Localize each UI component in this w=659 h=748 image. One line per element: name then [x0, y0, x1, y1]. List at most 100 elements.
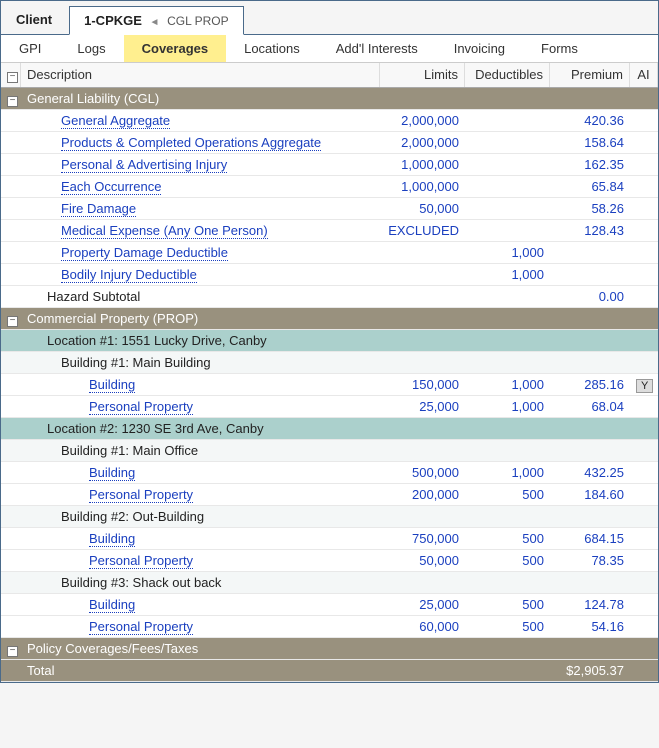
sub-tab-add-l-interests[interactable]: Add'l Interests: [318, 35, 436, 62]
coverage-link-text[interactable]: Bodily Injury Deductible: [61, 267, 197, 283]
coverage-link-text[interactable]: Fire Damage: [61, 201, 136, 217]
tab-policy-sublabel: CGL PROP: [167, 14, 229, 28]
value-cell: 50,000: [380, 551, 465, 570]
coverage-link-text[interactable]: Personal Property: [89, 619, 193, 635]
hazard-subtotal-value: 0.00: [550, 287, 630, 306]
coverage-link: Products & Completed Operations Aggregat…: [21, 133, 380, 152]
sub-tab-logs[interactable]: Logs: [59, 35, 123, 62]
collapse-icon[interactable]: −: [7, 96, 18, 107]
ai-cell: [630, 559, 658, 563]
value-cell: 54.16: [550, 617, 630, 636]
col-premium[interactable]: Premium: [550, 63, 630, 87]
ai-cell: [630, 163, 658, 167]
section-title[interactable]: Commercial Property (PROP): [21, 309, 380, 328]
value-cell: 500: [465, 529, 550, 548]
value-cell: 68.04: [550, 397, 630, 416]
value-cell: [465, 119, 550, 123]
location-title[interactable]: Location #1: 1551 Lucky Drive, Canby: [21, 331, 380, 350]
value-cell: 1,000: [465, 265, 550, 284]
value-cell: [550, 273, 630, 277]
ai-cell: [630, 207, 658, 211]
value-cell: [465, 185, 550, 189]
value-cell: 1,000: [465, 375, 550, 394]
value-cell: 285.16: [550, 375, 630, 394]
coverage-link-text[interactable]: Medical Expense (Any One Person): [61, 223, 268, 239]
tab-client[interactable]: Client: [1, 5, 67, 34]
value-cell: [465, 229, 550, 233]
coverage-link-text[interactable]: Building: [89, 465, 135, 481]
value-cell: 25,000: [380, 397, 465, 416]
ai-cell: [630, 493, 658, 497]
value-cell: 750,000: [380, 529, 465, 548]
section-title[interactable]: General Liability (CGL): [21, 89, 380, 108]
col-ai[interactable]: AI: [630, 63, 658, 87]
building-title[interactable]: Building #2: Out-Building: [21, 507, 380, 526]
coverage-link-text[interactable]: Building: [89, 531, 135, 547]
col-description[interactable]: Description: [21, 63, 380, 87]
building-title[interactable]: Building #3: Shack out back: [21, 573, 380, 592]
value-cell: 2,000,000: [380, 133, 465, 152]
value-cell: 60,000: [380, 617, 465, 636]
coverage-link: Personal Property: [21, 397, 380, 416]
coverage-link-text[interactable]: Each Occurrence: [61, 179, 161, 195]
tab-back-icon[interactable]: ◄: [150, 17, 160, 28]
value-cell: 1,000,000: [380, 155, 465, 174]
value-cell: 58.26: [550, 199, 630, 218]
ai-cell: [630, 119, 658, 123]
coverage-link: Personal Property: [21, 617, 380, 636]
section-title[interactable]: Policy Coverages/Fees/Taxes: [21, 639, 380, 658]
value-cell: 500: [465, 551, 550, 570]
sub-tab-coverages[interactable]: Coverages: [124, 35, 226, 62]
col-deductibles[interactable]: Deductibles: [465, 63, 550, 87]
collapse-icon[interactable]: −: [7, 316, 18, 327]
location-title[interactable]: Location #2: 1230 SE 3rd Ave, Canby: [21, 419, 380, 438]
coverage-link: General Aggregate: [21, 111, 380, 130]
building-title[interactable]: Building #1: Main Building: [21, 353, 380, 372]
total-value: $2,905.37: [550, 661, 630, 680]
value-cell: 65.84: [550, 177, 630, 196]
ai-cell: Y: [630, 375, 658, 395]
tab-policy-label: 1-CPKGE: [84, 13, 142, 28]
building-title[interactable]: Building #1: Main Office: [21, 441, 380, 460]
coverage-link-text[interactable]: Personal & Advertising Injury: [61, 157, 227, 173]
grid-body: −General Liability (CGL)General Aggregat…: [1, 88, 658, 682]
coverage-link: Building: [21, 595, 380, 614]
ai-cell: [630, 603, 658, 607]
coverage-link-text[interactable]: Property Damage Deductible: [61, 245, 228, 261]
coverage-link: Each Occurrence: [21, 177, 380, 196]
sub-tab-gpi[interactable]: GPI: [1, 35, 59, 62]
tab-policy-active[interactable]: 1-CPKGE ◄ CGL PROP: [69, 6, 244, 35]
collapse-all-icon[interactable]: −: [7, 72, 18, 83]
coverage-link: Property Damage Deductible: [21, 243, 380, 262]
ai-cell: [630, 273, 658, 277]
coverage-link-text[interactable]: Building: [89, 377, 135, 393]
coverage-link-text[interactable]: Personal Property: [89, 399, 193, 415]
ai-cell: [630, 405, 658, 409]
value-cell: 1,000,000: [380, 177, 465, 196]
coverage-link: Building: [21, 375, 380, 394]
value-cell: 200,000: [380, 485, 465, 504]
col-limits[interactable]: Limits: [380, 63, 465, 87]
coverage-link-text[interactable]: Personal Property: [89, 553, 193, 569]
sub-tab-forms[interactable]: Forms: [523, 35, 596, 62]
coverage-link: Building: [21, 463, 380, 482]
value-cell: [465, 207, 550, 211]
ai-cell: [630, 229, 658, 233]
hazard-subtotal-label: Hazard Subtotal: [21, 287, 380, 306]
coverage-link-text[interactable]: Products & Completed Operations Aggregat…: [61, 135, 321, 151]
ai-cell: [630, 471, 658, 475]
value-cell: 184.60: [550, 485, 630, 504]
value-cell: 50,000: [380, 199, 465, 218]
value-cell: 500,000: [380, 463, 465, 482]
collapse-icon[interactable]: −: [7, 646, 18, 657]
value-cell: 684.15: [550, 529, 630, 548]
ai-badge[interactable]: Y: [636, 379, 653, 393]
value-cell: 25,000: [380, 595, 465, 614]
coverage-link: Fire Damage: [21, 199, 380, 218]
sub-tab-invoicing[interactable]: Invoicing: [436, 35, 523, 62]
coverage-link-text[interactable]: Personal Property: [89, 487, 193, 503]
coverage-link-text[interactable]: General Aggregate: [61, 113, 170, 129]
top-tab-bar: Client 1-CPKGE ◄ CGL PROP: [1, 1, 658, 35]
coverage-link-text[interactable]: Building: [89, 597, 135, 613]
sub-tab-locations[interactable]: Locations: [226, 35, 318, 62]
